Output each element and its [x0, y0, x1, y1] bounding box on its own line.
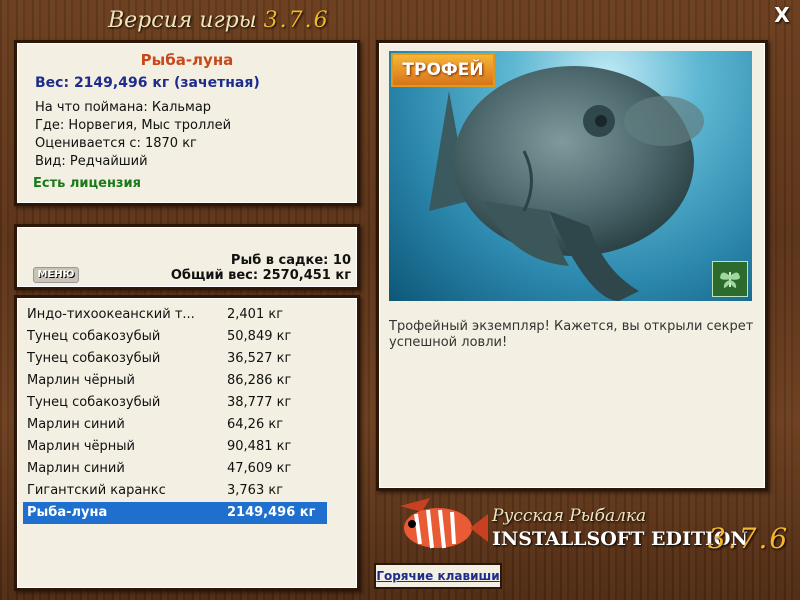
catch-row[interactable]: Тунец собакозубый 36,527 кг: [23, 348, 327, 370]
butterfly-glyph: [720, 272, 740, 288]
hotkeys-link[interactable]: Горячие клавиши: [374, 563, 502, 589]
title-version: 3.7.6: [263, 8, 330, 33]
catch-row-weight: 86,286 кг: [227, 373, 292, 388]
catch-row[interactable]: Тунец собакозубый 50,849 кг: [23, 326, 327, 348]
catch-row[interactable]: Марлин синий 47,609 кг: [23, 458, 327, 480]
catch-row-weight: 3,763 кг: [227, 483, 284, 498]
catch-row[interactable]: Марлин чёрный 90,481 кг: [23, 436, 327, 458]
catch-row[interactable]: Марлин синий 64,26 кг: [23, 414, 327, 436]
catch-row-weight: 2,401 кг: [227, 307, 284, 322]
catch-row-weight: 2149,496 кг: [227, 505, 316, 520]
catch-row-name: Рыба-луна: [27, 505, 108, 520]
license-status: Есть лицензия: [33, 176, 141, 191]
catch-row-name: Тунец собакозубый: [27, 329, 161, 344]
butterfly-icon[interactable]: [712, 261, 748, 297]
catch-row-weight: 90,481 кг: [227, 439, 292, 454]
fish-photo: ТРОФЕЙ: [389, 51, 752, 301]
catch-row-name: Тунец собакозубый: [27, 395, 161, 410]
logo-fish-icon: [400, 498, 488, 549]
catch-row-name: Индо-тихоокеанский т...: [27, 307, 195, 322]
catch-row-weight: 36,527 кг: [227, 351, 292, 366]
fish-count: Рыб в садке: 10: [230, 253, 351, 268]
fish-rarity: Вид: Редчайший: [35, 154, 148, 169]
catch-row[interactable]: Тунец собакозубый 38,777 кг: [23, 392, 327, 414]
catch-row-weight: 47,609 кг: [227, 461, 292, 476]
fish-name: Рыба-луна: [140, 51, 234, 69]
total-weight: Общий вес: 2570,451 кг: [170, 268, 351, 283]
fish-info-panel: Рыба-луна Вес: 2149,496 кг (зачетная) На…: [14, 40, 360, 206]
title-text: Версия игры: [108, 8, 257, 33]
detail-panel: ТРОФЕЙ Трофейный экземпляр! Кажется, вы …: [376, 40, 768, 491]
sunfish-image: [429, 66, 704, 301]
catch-row-weight: 50,849 кг: [227, 329, 292, 344]
menu-button[interactable]: МЕНЮ: [33, 267, 79, 283]
catch-list-panel: Индо-тихоокеанский т... 2,401 кг Тунец соб…: [14, 295, 360, 591]
fish-weight: Вес: 2149,496 кг (зачетная): [35, 75, 260, 91]
close-icon[interactable]: X: [773, 5, 791, 25]
catch-row-weight: 38,777 кг: [227, 395, 292, 410]
catch-row[interactable]: Индо-тихоокеанский т... 2,401 кг: [23, 304, 327, 326]
stats-panel: МЕНЮ Рыб в садке: 10 Общий вес: 2570,451…: [14, 224, 360, 290]
fish-location: Где: Норвегия, Мыс троллей: [35, 118, 232, 133]
catch-row[interactable]: Рыба-луна 2149,496 кг: [23, 502, 327, 524]
game-logo: Русская Рыбалка INSTALLSOFT EDITION 3.7.…: [390, 492, 790, 560]
trophy-badge: ТРОФЕЙ: [391, 53, 495, 87]
fish-description: Трофейный экземпляр! Кажется, вы открыли…: [389, 319, 754, 350]
logo-name: Русская Рыбалка: [492, 506, 647, 526]
catch-row-name: Марлин чёрный: [27, 373, 135, 388]
catch-row-name: Марлин чёрный: [27, 439, 135, 454]
catch-row[interactable]: Гигантский каранкс 3,763 кг: [23, 480, 327, 502]
catch-list: Индо-тихоокеанский т... 2,401 кг Тунец соб…: [23, 304, 357, 524]
catch-row[interactable]: Марлин чёрный 86,286 кг: [23, 370, 327, 392]
logo-version: 3.7.6: [708, 522, 790, 555]
fish-bait: На что поймана: Кальмар: [35, 100, 212, 115]
catch-row-name: Тунец собакозубый: [27, 351, 161, 366]
catch-row-name: Марлин синий: [27, 461, 125, 476]
window-title: Версия игры 3.7.6: [108, 8, 330, 33]
catch-row-weight: 64,26 кг: [227, 417, 284, 432]
fish-valued: Оценивается с: 1870 кг: [35, 136, 197, 151]
catch-row-name: Гигантский каранкс: [27, 483, 166, 498]
catch-row-name: Марлин синий: [27, 417, 125, 432]
